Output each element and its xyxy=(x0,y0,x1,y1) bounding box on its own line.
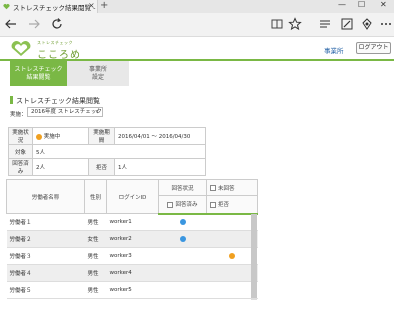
worker-name: 労働者１ xyxy=(6,213,85,231)
status-cell: 実施中 xyxy=(32,127,89,145)
more-menu-icon[interactable] xyxy=(379,17,393,31)
tab-title: ストレスチェック結果閲覧 - xyxy=(13,4,96,12)
refused-cell xyxy=(206,281,258,299)
app-header: ストレスチェック こころめいと 事業所 ログアウト xyxy=(0,37,394,76)
table-row[interactable]: 労働者５ 男性 worker5 xyxy=(6,281,258,299)
back-arrow-icon[interactable] xyxy=(4,17,18,31)
filter-unanswered[interactable]: 未回答 xyxy=(206,179,258,196)
col-header-name[interactable]: 労働者名称 xyxy=(6,179,85,214)
worker-name: 労働者２ xyxy=(6,230,85,248)
worker-gender: 男性 xyxy=(84,247,107,265)
answered-value: 2人 xyxy=(32,158,89,176)
filter-refused[interactable]: 拒否 xyxy=(206,195,258,215)
filter-answered-label: 回答済み xyxy=(175,202,198,209)
worker-login: worker4 xyxy=(106,264,159,282)
scrollbar-thumb[interactable] xyxy=(251,214,257,298)
col-header-login[interactable]: ログインID xyxy=(106,179,159,214)
workers-table: 労働者名称 性別 ログインID 回答状況 未回答 回答済み 拒否 労働者１ 男性… xyxy=(6,179,258,299)
worker-gender: 男性 xyxy=(84,281,107,299)
tab-office-settings[interactable]: 事業所 設定 xyxy=(67,61,129,86)
status-dot-icon xyxy=(36,133,42,140)
refused-dot-icon xyxy=(229,252,235,259)
table-scrollbar[interactable] xyxy=(251,214,257,300)
filter-refused-label: 拒否 xyxy=(218,202,230,209)
filter-answered[interactable]: 回答済み xyxy=(158,195,207,215)
table-row[interactable]: 労働者３ 男性 worker3 xyxy=(6,247,258,265)
web-note-icon[interactable] xyxy=(340,17,354,31)
col-header-gender[interactable]: 性別 xyxy=(84,179,107,214)
worker-gender: 男性 xyxy=(84,213,107,231)
table-row[interactable]: 労働者１ 男性 worker1 xyxy=(6,213,258,231)
answered-dot-icon xyxy=(179,219,186,225)
status-label: 実施状況 xyxy=(8,127,33,145)
answered-cell xyxy=(158,281,207,299)
unanswered-checkbox[interactable] xyxy=(210,185,216,191)
browser-navbar xyxy=(0,13,394,37)
refresh-icon[interactable] xyxy=(50,17,64,31)
tab-label-line2: 結果閲覧 xyxy=(26,74,51,81)
heart-logo-icon xyxy=(11,41,31,56)
tab-close-icon[interactable]: × xyxy=(88,1,95,10)
answered-label: 回答済み xyxy=(8,158,33,176)
refused-cell xyxy=(206,264,258,282)
refused-cell xyxy=(206,230,258,248)
table-row[interactable]: 労働者２ 女性 worker2 xyxy=(6,230,258,248)
reading-view-icon[interactable] xyxy=(270,17,284,31)
hub-icon[interactable] xyxy=(318,17,332,31)
worker-login: worker2 xyxy=(106,230,159,248)
implementation-label: 実施： xyxy=(10,112,27,118)
answered-checkbox[interactable] xyxy=(167,201,174,208)
page-title: ストレスチェック結果閲覧 xyxy=(16,97,100,105)
worker-name: 労働者３ xyxy=(6,247,85,265)
refused-cell xyxy=(206,247,258,265)
worker-gender: 男性 xyxy=(84,264,107,282)
summary-table: 実施状況 実施中 実施期間 2016/04/01 ～ 2016/04/30 対象… xyxy=(8,127,206,176)
refused-value: 1人 xyxy=(114,158,206,176)
period-value: 2016/04/01 ～ 2016/04/30 xyxy=(114,127,206,145)
worker-login: worker3 xyxy=(106,247,159,265)
target-value: 5人 xyxy=(32,144,206,159)
browser-tab-bar: ストレスチェック結果閲覧 - × + — ☐ ✕ xyxy=(0,0,394,13)
worker-login: worker5 xyxy=(106,281,159,299)
col-header-status: 回答状況 xyxy=(158,179,207,196)
share-icon[interactable] xyxy=(360,17,374,31)
worker-login: worker1 xyxy=(106,213,159,231)
refused-label: 拒否 xyxy=(88,158,115,176)
refused-cell xyxy=(206,213,258,231)
table-row[interactable]: 労働者４ 男性 worker4 xyxy=(6,264,258,282)
answered-cell xyxy=(158,264,207,282)
answered-cell xyxy=(158,230,207,248)
period-label: 実施期間 xyxy=(88,127,115,145)
implementation-select[interactable]: 2016年度 ストレスチェック ∨ xyxy=(27,107,103,117)
tab-label-line1: 事業所 xyxy=(88,66,107,73)
tab-label-line1: ストレスチェック xyxy=(14,66,63,73)
logout-button[interactable]: ログアウト xyxy=(356,42,391,54)
answered-cell xyxy=(158,247,207,265)
close-window-icon[interactable]: ✕ xyxy=(380,0,387,9)
target-label: 対象 xyxy=(8,144,33,159)
chevron-down-icon: ∨ xyxy=(95,109,99,115)
tab-label-line2: 設定 xyxy=(91,74,104,81)
worker-name: 労働者４ xyxy=(6,264,85,282)
worker-name: 労働者５ xyxy=(6,281,85,299)
answered-dot-icon xyxy=(179,235,186,242)
office-link[interactable]: 事業所 xyxy=(324,45,344,55)
tab-stress-check-results[interactable]: ストレスチェック 結果閲覧 xyxy=(10,61,67,86)
answered-cell xyxy=(158,213,207,231)
filter-unanswered-label: 未回答 xyxy=(218,185,235,192)
browser-tab[interactable]: ストレスチェック結果閲覧 - × xyxy=(0,0,98,13)
title-accent-bar xyxy=(10,96,13,104)
new-tab-icon[interactable]: + xyxy=(100,0,108,11)
forward-arrow-icon[interactable] xyxy=(27,17,41,31)
worker-gender: 女性 xyxy=(84,230,107,248)
maximize-icon[interactable]: ☐ xyxy=(358,0,365,9)
app-logo[interactable]: ストレスチェック こころめいと xyxy=(10,39,84,76)
implementation-selected-value: 2016年度 ストレスチェック xyxy=(31,109,102,115)
status-value: 実施中 xyxy=(43,134,61,140)
refused-checkbox[interactable] xyxy=(210,201,216,208)
favorite-star-icon[interactable] xyxy=(288,17,302,31)
minimize-icon[interactable]: — xyxy=(338,0,346,9)
heart-favicon-icon xyxy=(3,3,10,10)
